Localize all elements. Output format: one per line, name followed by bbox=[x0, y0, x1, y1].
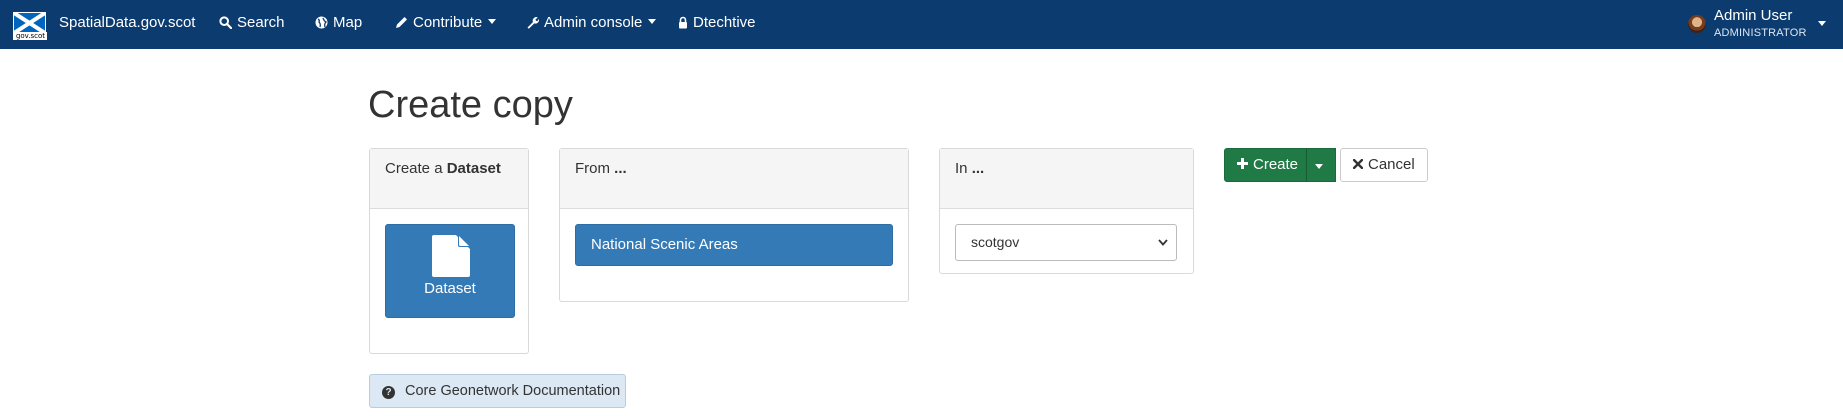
nav-dtechtive-label: Dtechtive bbox=[693, 14, 756, 31]
source-panel-heading-ellipsis: ... bbox=[614, 160, 627, 177]
avatar bbox=[1688, 15, 1706, 33]
chevron-down-icon bbox=[1158, 225, 1168, 273]
cancel-button[interactable]: Cancel bbox=[1340, 148, 1428, 182]
file-icon bbox=[432, 235, 470, 280]
plus-icon bbox=[1237, 149, 1248, 181]
question-circle-icon: ? bbox=[382, 386, 395, 399]
close-icon bbox=[1352, 149, 1364, 181]
wrench-icon bbox=[525, 0, 539, 46]
source-panel: From ... National Scenic Areas bbox=[559, 148, 909, 302]
nav-admin-console-label: Admin console bbox=[544, 14, 643, 31]
nav-search-label: Search bbox=[237, 14, 285, 31]
type-panel-heading-type: Dataset bbox=[446, 160, 501, 177]
create-dropdown-toggle[interactable] bbox=[1306, 148, 1336, 182]
pencil-icon bbox=[394, 0, 408, 46]
group-panel-heading-prefix: In bbox=[955, 160, 972, 177]
chevron-down-icon bbox=[1818, 21, 1826, 26]
type-panel: Create a Dataset Dataset bbox=[369, 148, 529, 354]
source-panel-heading: From ... bbox=[560, 149, 908, 209]
type-panel-heading: Create a Dataset bbox=[370, 149, 528, 209]
nav-map-label: Map bbox=[333, 14, 363, 31]
globe-icon bbox=[314, 0, 328, 46]
dataset-type-label: Dataset bbox=[424, 280, 476, 297]
group-panel-heading: In ... bbox=[940, 149, 1193, 209]
nav-contribute[interactable]: Contribute bbox=[394, 0, 497, 46]
lock-icon bbox=[678, 0, 688, 46]
group-select[interactable]: scotgov bbox=[955, 224, 1177, 261]
source-panel-heading-prefix: From bbox=[575, 160, 615, 177]
nav-admin-console[interactable]: Admin console bbox=[525, 0, 657, 46]
nav-search[interactable]: Search bbox=[218, 0, 285, 46]
source-record-button[interactable]: National Scenic Areas bbox=[575, 224, 893, 266]
documentation-link[interactable]: ? Core Geonetwork Documentation bbox=[369, 374, 626, 408]
dataset-type-button[interactable]: Dataset bbox=[385, 224, 515, 318]
gov-scot-logo[interactable]: gov.scot bbox=[13, 12, 47, 40]
logo-text: gov.scot bbox=[14, 32, 47, 40]
saltire-icon bbox=[14, 13, 45, 33]
cancel-button-label: Cancel bbox=[1368, 156, 1415, 173]
page-title: Create copy bbox=[368, 84, 573, 126]
user-name: Admin User bbox=[1714, 7, 1793, 24]
create-button-label: Create bbox=[1253, 156, 1299, 173]
group-select-value: scotgov bbox=[971, 234, 1020, 250]
nav-map[interactable]: Map bbox=[314, 0, 362, 46]
documentation-link-label: Core Geonetwork Documentation bbox=[405, 383, 621, 399]
chevron-down-icon bbox=[1315, 164, 1323, 169]
brand-link[interactable]: SpatialData.gov.scot bbox=[59, 0, 195, 46]
user-role: ADMINISTRATOR bbox=[1714, 27, 1807, 39]
nav-contribute-label: Contribute bbox=[413, 14, 483, 31]
search-icon bbox=[218, 0, 232, 46]
group-panel: In ... scotgov bbox=[939, 148, 1194, 274]
chevron-down-icon bbox=[648, 19, 657, 24]
chevron-down-icon bbox=[488, 19, 497, 24]
group-panel-heading-ellipsis: ... bbox=[971, 160, 985, 177]
top-navbar: gov.scot SpatialData.gov.scot Search Map… bbox=[0, 0, 1843, 49]
type-panel-heading-prefix: Create a bbox=[385, 160, 447, 177]
nav-dtechtive[interactable]: Dtechtive bbox=[678, 0, 756, 46]
